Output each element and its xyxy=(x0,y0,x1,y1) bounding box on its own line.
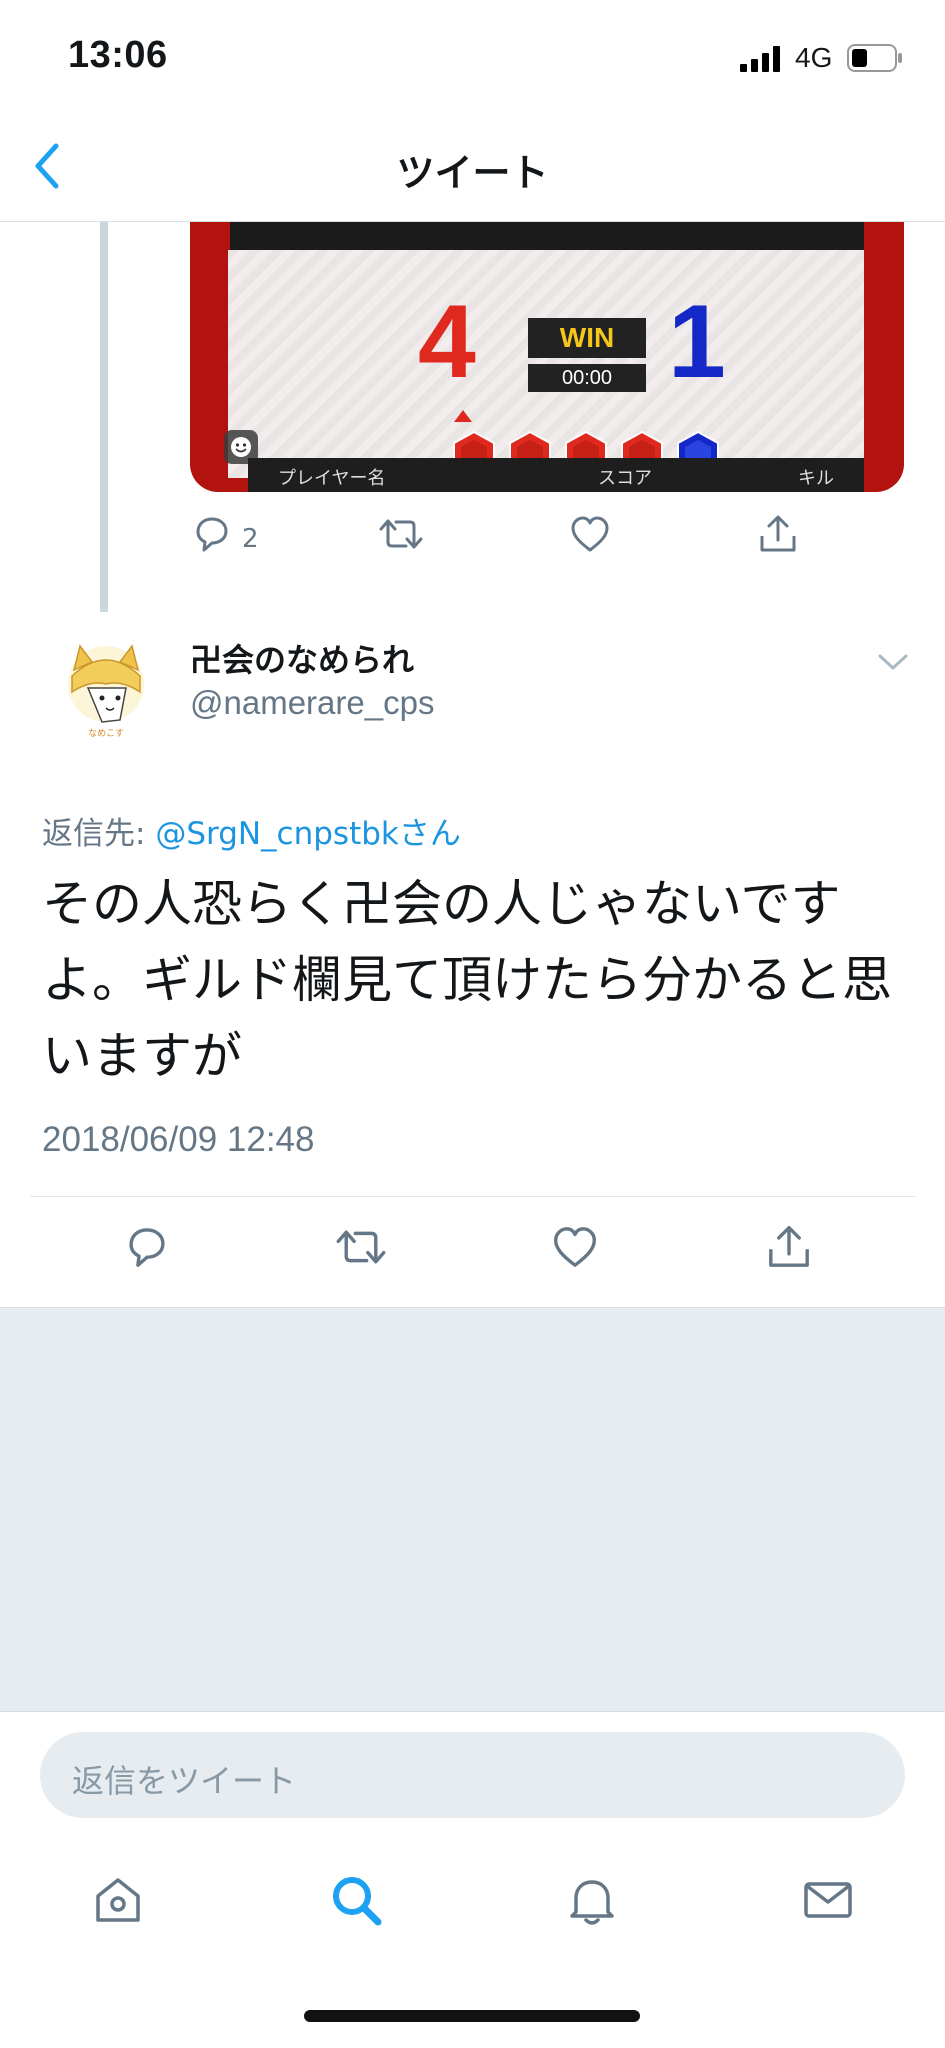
score-left: 4 xyxy=(418,284,476,400)
heart-icon[interactable] xyxy=(550,1222,600,1272)
share-icon[interactable] xyxy=(756,512,800,556)
avatar[interactable]: なめこす xyxy=(62,640,150,740)
reply-count: 2 xyxy=(242,524,259,554)
mail-icon[interactable] xyxy=(798,1870,858,1930)
reply-to-mention-link[interactable]: @SrgN_cnpstbkさん xyxy=(155,816,461,852)
author-handle[interactable]: @namerare_cps xyxy=(190,684,434,722)
page-title: ツイート xyxy=(396,151,549,195)
reply-icon[interactable] xyxy=(190,512,234,556)
media-score-panel: 4 WIN 00:00 1 xyxy=(228,250,864,478)
reply-to-prefix: 返信先: xyxy=(42,816,156,852)
status-time: 13:06 xyxy=(68,34,168,76)
home-indicator[interactable] xyxy=(304,2010,640,2022)
navigation-bar: ツイート xyxy=(0,110,945,222)
thread-connector-line xyxy=(100,222,108,612)
reply-compose-placeholder: 返信をツイート xyxy=(72,1762,297,1800)
marker-triangle xyxy=(454,410,472,422)
footer-player-label: プレイヤー名 xyxy=(278,468,386,489)
score-right: 1 xyxy=(668,284,726,400)
tweet-actions xyxy=(0,1222,945,1282)
bell-icon[interactable] xyxy=(562,1870,622,1930)
svg-text:なめこす: なめこす xyxy=(88,728,124,739)
footer-kill-label: キル xyxy=(798,468,834,489)
reply-to-line: 返信先: @SrgN_cnpstbkさん xyxy=(42,808,461,853)
tweet-author: なめこす 卍会のなめられ @namerare_cps xyxy=(0,630,945,750)
tab-bar xyxy=(0,1840,945,1960)
retweet-icon[interactable] xyxy=(376,512,426,556)
signal-icon xyxy=(740,46,780,72)
reply-icon[interactable] xyxy=(122,1222,172,1272)
tweet-timestamp: 2018/06/09 12:48 xyxy=(42,1120,315,1159)
footer-score-label: スコア xyxy=(598,468,652,489)
share-icon[interactable] xyxy=(764,1222,814,1272)
empty-replies-area xyxy=(0,1307,945,1712)
home-icon[interactable] xyxy=(88,1870,148,1930)
chevron-down-icon[interactable] xyxy=(876,650,910,674)
network-label: 4G xyxy=(795,42,833,73)
battery-icon xyxy=(847,44,902,72)
media-top-stripe xyxy=(230,222,864,250)
win-label: WIN xyxy=(528,318,646,358)
author-name[interactable]: 卍会のなめられ xyxy=(190,635,414,681)
parent-tweet-actions: 2 xyxy=(190,512,830,572)
divider xyxy=(30,1196,915,1197)
parent-tweet-media-image[interactable]: 4 WIN 00:00 1 プレイヤー名 スコア キル xyxy=(190,222,904,492)
status-bar: 13:06 4G xyxy=(0,0,945,110)
tweet-text: その人恐らく卍会の人じゃないですよ。ギルド欄見て頂けたら分かると思いますが xyxy=(42,875,892,1085)
search-icon[interactable] xyxy=(326,1870,386,1930)
match-time-label: 00:00 xyxy=(528,364,646,392)
reply-compose-field[interactable]: 返信をツイート xyxy=(40,1732,905,1818)
heart-icon[interactable] xyxy=(568,512,612,556)
media-footer-bar: プレイヤー名 スコア キル xyxy=(248,458,864,492)
retweet-icon[interactable] xyxy=(332,1222,390,1272)
